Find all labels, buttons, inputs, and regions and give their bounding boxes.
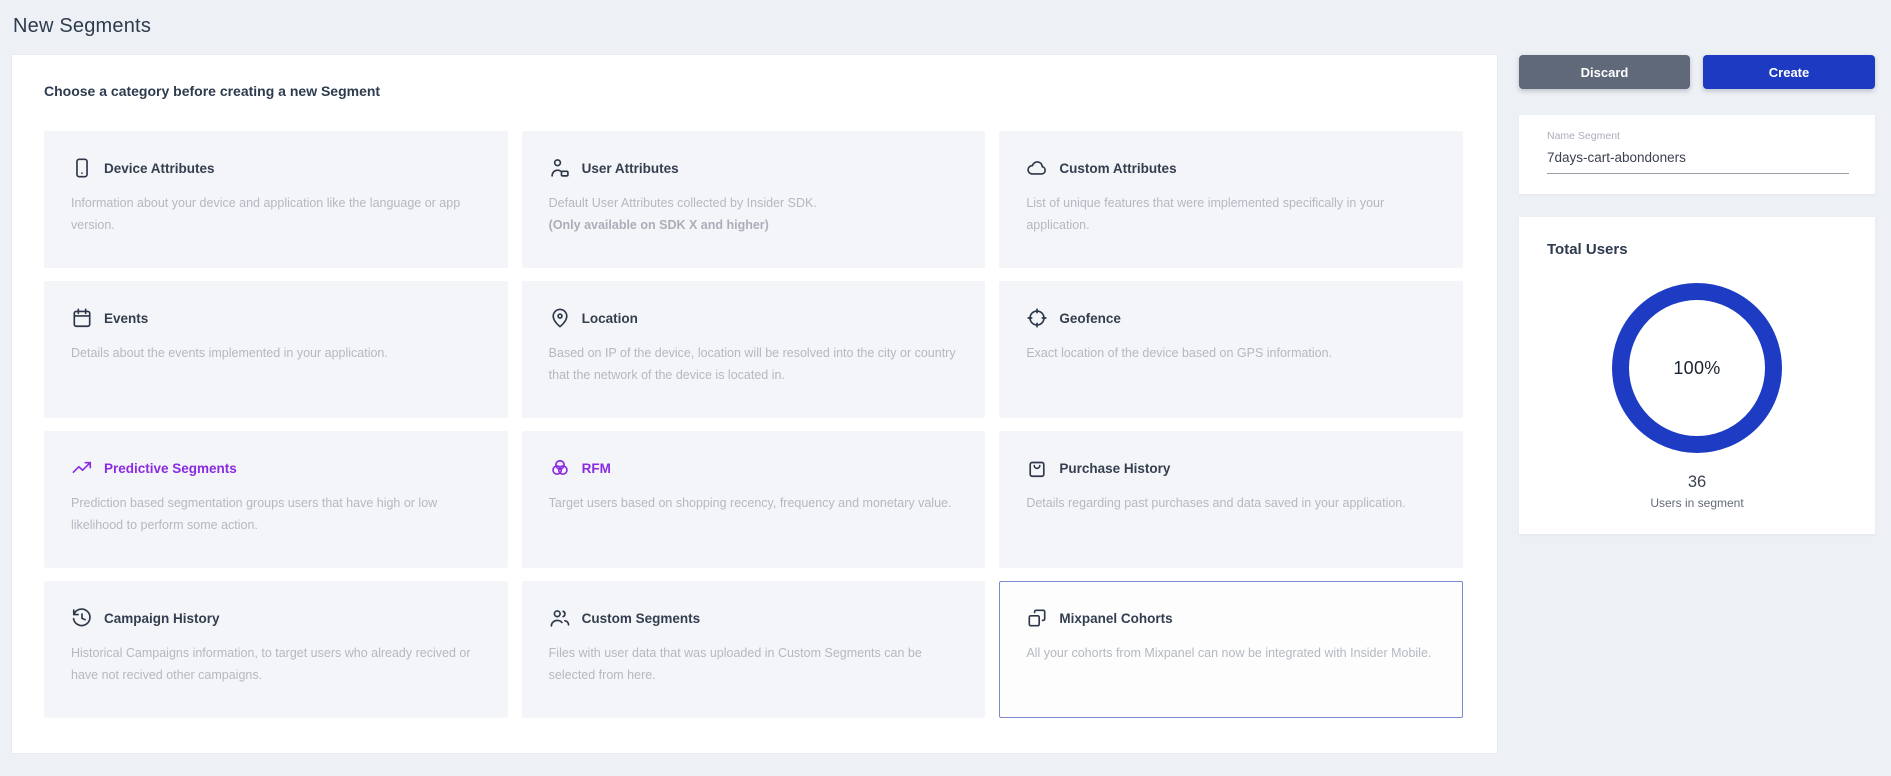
- name-segment-card: Name Segment: [1519, 115, 1875, 194]
- category-card-rfm[interactable]: RFM Target users based on shopping recenc…: [522, 431, 986, 568]
- category-title: Custom Attributes: [1059, 161, 1176, 176]
- users-count: 36: [1519, 473, 1875, 492]
- category-description: Target users based on shopping recency, …: [549, 493, 959, 515]
- name-segment-label: Name Segment: [1547, 130, 1847, 142]
- category-description: Details regarding past purchases and dat…: [1026, 493, 1436, 515]
- category-card-header: User Attributes: [549, 157, 959, 179]
- category-title: Predictive Segments: [104, 461, 237, 476]
- category-title: Location: [582, 311, 638, 326]
- category-card-purchase-history[interactable]: Purchase History Details regarding past p…: [999, 431, 1463, 568]
- category-title: Geofence: [1059, 311, 1121, 326]
- category-card-header: Custom Attributes: [1026, 157, 1436, 179]
- category-card-header: Campaign History: [71, 607, 481, 629]
- total-users-title: Total Users: [1547, 241, 1847, 258]
- category-card-campaign-history[interactable]: Campaign History Historical Campaigns inf…: [44, 581, 508, 718]
- category-card-header: Device Attributes: [71, 157, 481, 179]
- category-description: All your cohorts from Mixpanel can now b…: [1026, 643, 1436, 665]
- discard-button[interactable]: Discard: [1519, 55, 1690, 89]
- donut-percent-label: 100%: [1673, 358, 1720, 379]
- category-description: Historical Campaigns information, to tar…: [71, 643, 481, 687]
- category-card-mixpanel-cohorts[interactable]: Mixpanel Cohorts All your cohorts from Mi…: [999, 581, 1463, 718]
- category-title: User Attributes: [582, 161, 679, 176]
- category-description: Default User Attributes collected by Ins…: [549, 193, 959, 237]
- history-clock-icon: [71, 607, 93, 629]
- category-card-events[interactable]: Events Details about the events implement…: [44, 281, 508, 418]
- total-users-card: Total Users 100% 36 Users in segment: [1519, 217, 1875, 534]
- venn-diagram-icon: [549, 457, 571, 479]
- category-card-header: Location: [549, 307, 959, 329]
- category-card-header: RFM: [549, 457, 959, 479]
- linked-squares-icon: [1026, 607, 1048, 629]
- create-button[interactable]: Create: [1703, 55, 1875, 89]
- category-description: Exact location of the device based on GP…: [1026, 343, 1436, 365]
- trend-arrow-icon: [71, 457, 93, 479]
- calendar-icon: [71, 307, 93, 329]
- geofence-target-icon: [1026, 307, 1048, 329]
- total-users-donut-chart: 100%: [1612, 283, 1782, 453]
- category-title: Mixpanel Cohorts: [1059, 611, 1172, 626]
- category-description: Prediction based segmentation groups use…: [71, 493, 481, 537]
- category-description: Files with user data that was uploaded i…: [549, 643, 959, 687]
- category-card-header: Purchase History: [1026, 457, 1436, 479]
- category-card-header: Mixpanel Cohorts: [1026, 607, 1436, 629]
- category-description: Based on IP of the device, location will…: [549, 343, 959, 387]
- category-card-header: Predictive Segments: [71, 457, 481, 479]
- category-card-location[interactable]: Location Based on IP of the device, locat…: [522, 281, 986, 418]
- category-description: Information about your device and applic…: [71, 193, 481, 237]
- category-card-custom-segments[interactable]: Custom Segments Files with user data that…: [522, 581, 986, 718]
- device-icon: [71, 157, 93, 179]
- category-title: Events: [104, 311, 148, 326]
- category-title: Custom Segments: [582, 611, 701, 626]
- category-card-custom-attributes[interactable]: Custom Attributes List of unique features…: [999, 131, 1463, 268]
- category-card-geofence[interactable]: Geofence Exact location of the device bas…: [999, 281, 1463, 418]
- new-segments-page: { "header": { "title": "New Segments" },…: [0, 0, 1891, 776]
- category-card-header: Geofence: [1026, 307, 1436, 329]
- page-title: New Segments: [13, 15, 151, 38]
- users-group-icon: [549, 607, 571, 629]
- category-title: Device Attributes: [104, 161, 215, 176]
- name-segment-input[interactable]: [1547, 150, 1849, 174]
- location-pin-icon: [549, 307, 571, 329]
- category-card-predictive-segments[interactable]: Predictive Segments Prediction based segm…: [44, 431, 508, 568]
- users-count-caption: Users in segment: [1519, 496, 1875, 510]
- category-grid: Device Attributes Information about your …: [44, 131, 1463, 718]
- category-card-header: Custom Segments: [549, 607, 959, 629]
- cloud-icon: [1026, 157, 1048, 179]
- category-title: Campaign History: [104, 611, 220, 626]
- panel-subtitle: Choose a category before creating a new …: [44, 83, 380, 99]
- user-card-icon: [549, 157, 571, 179]
- category-card-header: Events: [71, 307, 481, 329]
- category-panel: Choose a category before creating a new …: [11, 54, 1498, 754]
- category-description: List of unique features that were implem…: [1026, 193, 1436, 237]
- shopping-bag-icon: [1026, 457, 1048, 479]
- category-description: Details about the events implemented in …: [71, 343, 481, 365]
- category-title: RFM: [582, 461, 611, 476]
- category-card-device-attributes[interactable]: Device Attributes Information about your …: [44, 131, 508, 268]
- category-card-user-attributes[interactable]: User Attributes Default User Attributes c…: [522, 131, 986, 268]
- category-title: Purchase History: [1059, 461, 1170, 476]
